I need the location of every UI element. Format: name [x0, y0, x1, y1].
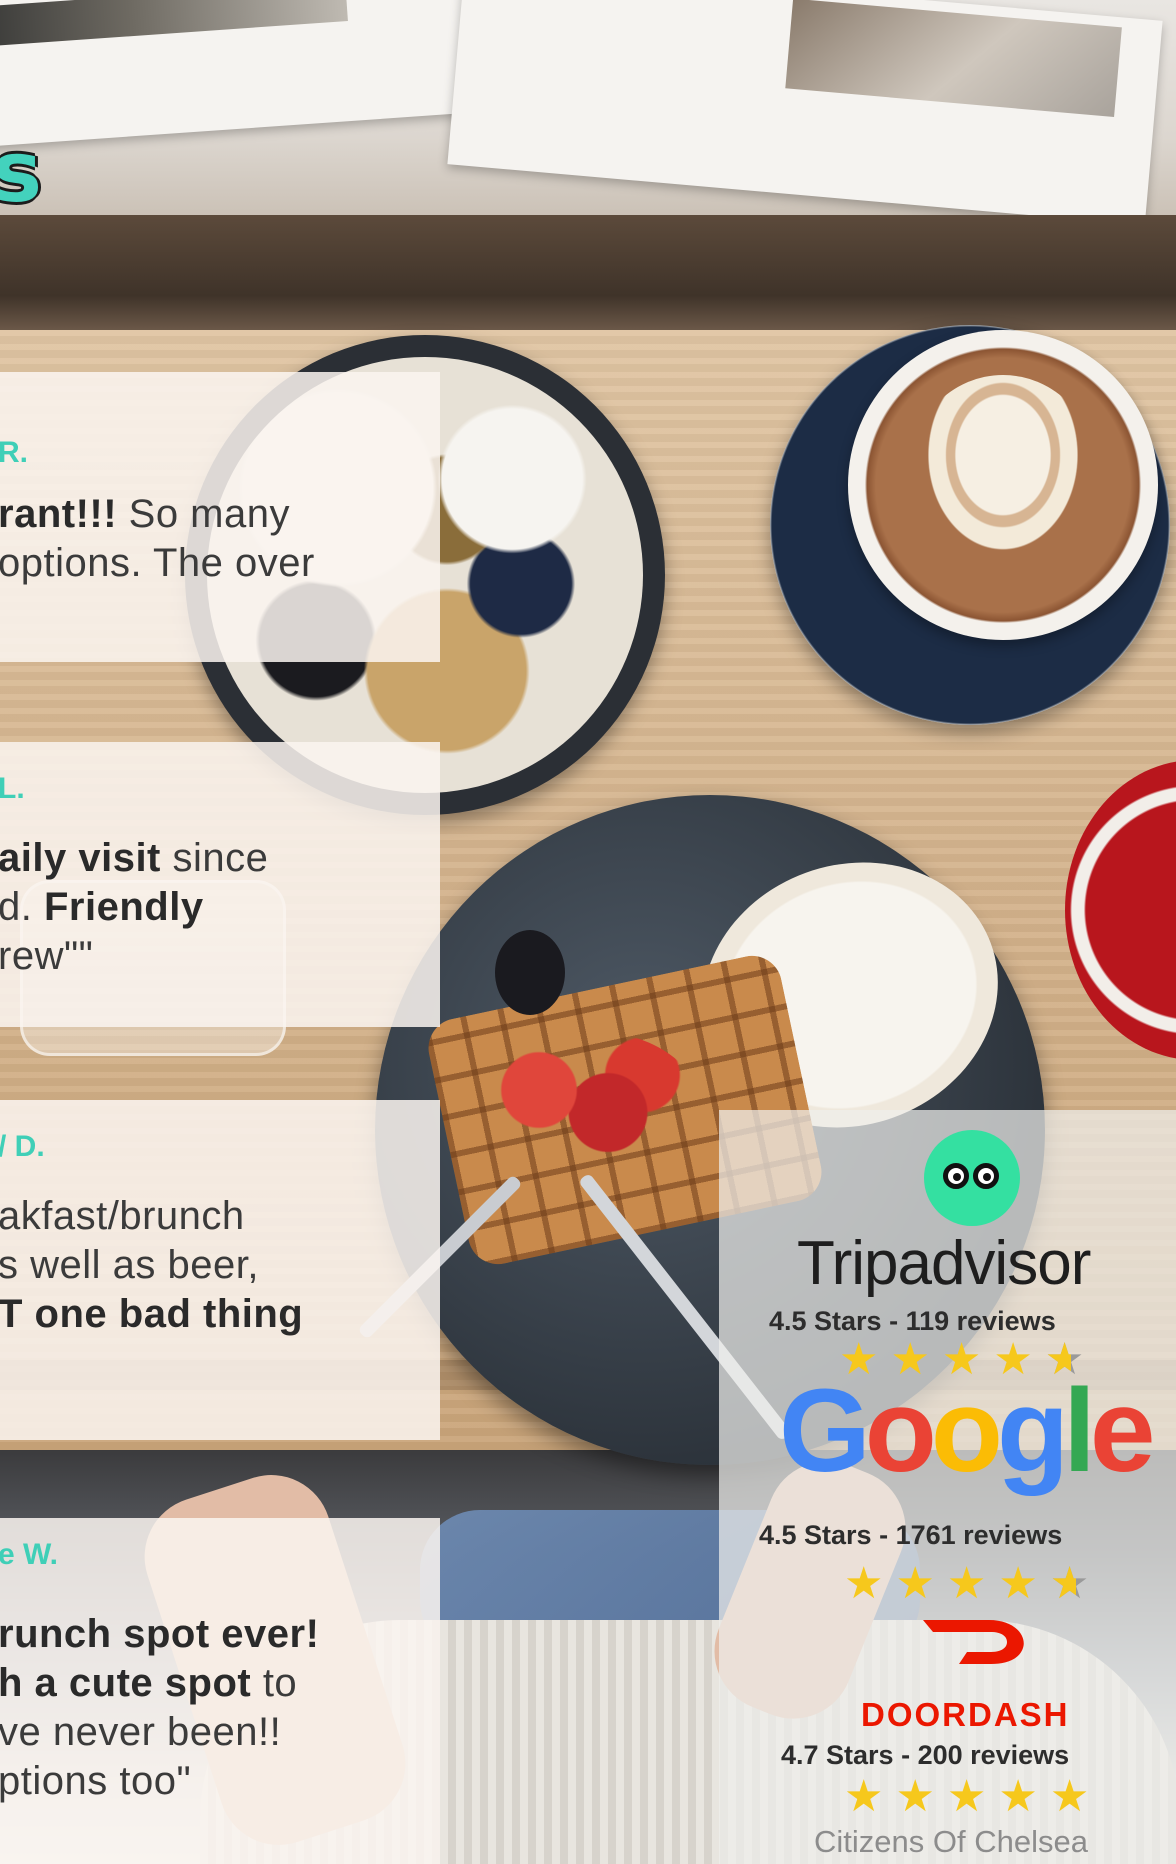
- star-icon: ★: [998, 1559, 1050, 1608]
- review-text: akfast/brunch s well as beer, T one bad th…: [0, 1192, 303, 1339]
- review-author: e W.: [0, 1538, 59, 1571]
- review-text: aily visit since d. Friendly rew"": [0, 834, 268, 981]
- ratings-panel: Tripadvisor 4.5 Stars - 119 reviews ★★★★…: [719, 1110, 1176, 1864]
- doordash-icon: [923, 1620, 1024, 1664]
- section-title: s: [0, 123, 42, 221]
- latte-art: [908, 375, 1098, 575]
- review-line: akfast/brunch: [0, 1194, 245, 1238]
- brand-name: Citizens Of Chelsea: [814, 1824, 1088, 1859]
- reviews-section: s R. rant!!! So many options. The over L.…: [0, 0, 1176, 1864]
- star-icon: ★★: [1049, 1559, 1102, 1608]
- review-author: R.: [0, 436, 28, 469]
- review-author: L.: [0, 772, 25, 805]
- review-line: s well as beer,: [0, 1243, 259, 1287]
- review-text: runch spot ever! h a cute spot to ve never…: [0, 1610, 319, 1806]
- tripadvisor-owl-icon: [924, 1130, 1020, 1226]
- review-line: ptions too": [0, 1759, 192, 1803]
- review-line: rant!!! So many: [0, 492, 290, 536]
- tripadvisor-logo-text: Tripadvisor: [797, 1229, 1091, 1298]
- tripadvisor-summary: 4.5 Stars - 119 reviews: [769, 1306, 1056, 1336]
- review-line: rew"": [0, 934, 94, 978]
- star-icon: ★: [998, 1772, 1050, 1821]
- review-line: d. Friendly: [0, 885, 204, 929]
- star-icon: ★: [895, 1772, 947, 1821]
- doordash-star-rating: ★★★★★: [844, 1775, 1101, 1819]
- review-card: / D. akfast/brunch s well as beer, T one b…: [0, 1100, 440, 1440]
- star-icon: ★: [844, 1559, 896, 1608]
- review-line: options. The over: [0, 541, 315, 585]
- strawberries: [470, 1030, 700, 1180]
- star-icon: ★: [895, 1559, 947, 1608]
- google-star-rating: ★★★★★★: [844, 1562, 1101, 1606]
- doordash-logo-text: DOORDASH: [861, 1696, 1070, 1733]
- review-card: R. rant!!! So many options. The over: [0, 372, 440, 662]
- review-card: L. aily visit since d. Friendly rew"": [0, 742, 440, 1027]
- review-line: ve never been!!: [0, 1710, 282, 1754]
- review-line: aily visit since: [0, 836, 269, 880]
- star-icon: ★: [1049, 1772, 1102, 1821]
- blackberry: [495, 930, 565, 1015]
- star-icon: ★: [946, 1559, 999, 1608]
- google-summary: 4.5 Stars - 1761 reviews: [759, 1520, 1063, 1550]
- doordash-summary: 4.7 Stars - 200 reviews: [781, 1740, 1070, 1770]
- review-line: h a cute spot to: [0, 1661, 298, 1705]
- review-line: T one bad thing: [0, 1292, 304, 1336]
- table-edge: [0, 215, 1176, 330]
- review-line: runch spot ever!: [0, 1612, 320, 1656]
- review-card: e W. runch spot ever! h a cute spot to ve …: [0, 1518, 440, 1864]
- star-icon: ★: [844, 1772, 896, 1821]
- google-logo: Google: [779, 1365, 1155, 1497]
- star-icon: ★: [946, 1772, 999, 1821]
- review-author: / D.: [0, 1130, 45, 1163]
- review-text: rant!!! So many options. The over: [0, 490, 315, 588]
